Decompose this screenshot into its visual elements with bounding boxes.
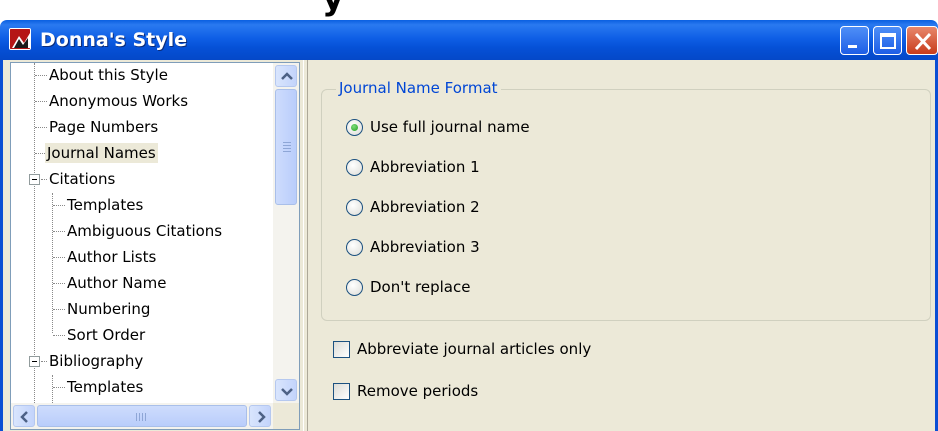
tree-item-label: Author Name	[67, 274, 167, 292]
clipped-heading-strip: y	[0, 0, 938, 20]
tree-item-label: Numbering	[67, 300, 151, 318]
settings-tree[interactable]: About this Style Anonymous Works Page Nu…	[10, 62, 300, 430]
close-button[interactable]	[906, 26, 938, 55]
tree-horizontal-scrollbar[interactable]	[11, 403, 273, 429]
tree-item-label: Bibliography	[49, 352, 144, 370]
scroll-left-button[interactable]	[13, 405, 35, 427]
tree-item-ambiguous-citations[interactable]: Ambiguous Citations	[11, 219, 273, 245]
tree-item-label: Templates	[67, 196, 144, 214]
journal-name-format-group: Journal Name Format Use full journal nam…	[321, 79, 931, 321]
collapse-icon[interactable]	[29, 174, 40, 185]
scroll-down-button[interactable]	[275, 379, 297, 401]
title-bar[interactable]: Donna's Style	[0, 20, 938, 60]
window-title: Donna's Style	[40, 29, 187, 51]
tree-item-journal-names[interactable]: Journal Names	[11, 141, 273, 167]
scrollbar-corner	[273, 403, 299, 429]
vertical-scroll-thumb[interactable]	[275, 89, 297, 205]
scroll-right-button[interactable]	[249, 405, 271, 427]
checkbox-label: Abbreviate journal articles only	[357, 340, 592, 358]
radio-button[interactable]	[346, 119, 363, 136]
radio-label: Use full journal name	[370, 118, 530, 136]
tree-item-bibliography-templates[interactable]: Templates	[11, 375, 273, 401]
scroll-up-button[interactable]	[275, 65, 297, 87]
tree-item-numbering[interactable]: Numbering	[11, 297, 273, 323]
tree-item-sort-order[interactable]: Sort Order	[11, 323, 273, 349]
checkbox[interactable]	[333, 341, 350, 358]
app-icon	[9, 28, 31, 50]
tree-item-about-this-style[interactable]: About this Style	[11, 63, 273, 89]
group-title: Journal Name Format	[336, 79, 501, 97]
radio-label: Abbreviation 2	[370, 198, 480, 216]
tree-item-label: Anonymous Works	[49, 92, 189, 110]
tree-item-label: Citations	[49, 170, 116, 188]
horizontal-scroll-thumb[interactable]	[37, 405, 247, 427]
tree-item-label: Sort Order	[67, 326, 146, 344]
minimize-button[interactable]	[840, 26, 869, 55]
radio-button[interactable]	[346, 159, 363, 176]
tree-list: About this Style Anonymous Works Page Nu…	[11, 63, 273, 403]
clipped-heading-text: y	[322, 0, 344, 18]
tree-item-label: Templates	[67, 378, 144, 396]
tree-item-author-lists[interactable]: Author Lists	[11, 245, 273, 271]
radio-label: Abbreviation 3	[370, 238, 480, 256]
tree-item-label: About this Style	[49, 66, 168, 84]
tree-vertical-scrollbar[interactable]	[273, 63, 299, 403]
chevron-left-icon	[20, 411, 28, 423]
maximize-icon	[880, 33, 896, 49]
window-body: About this Style Anonymous Works Page Nu…	[0, 60, 938, 431]
chevron-down-icon	[281, 388, 293, 396]
radio-button[interactable]	[346, 239, 363, 256]
radio-button[interactable]	[346, 199, 363, 216]
chevron-right-icon	[258, 411, 266, 423]
tree-item-citations[interactable]: Citations	[11, 167, 273, 193]
close-icon	[914, 32, 932, 51]
tree-item-bibliography[interactable]: Bibliography	[11, 349, 273, 375]
chevron-up-icon	[281, 72, 293, 80]
collapse-icon[interactable]	[29, 356, 40, 367]
radio-button[interactable]	[346, 279, 363, 296]
radio-label: Abbreviation 1	[370, 158, 480, 176]
pane-splitter[interactable]	[303, 60, 308, 431]
tree-item-label: Ambiguous Citations	[67, 222, 223, 240]
tree-item-anonymous-works[interactable]: Anonymous Works	[11, 89, 273, 115]
minimize-icon	[848, 45, 857, 48]
radio-label: Don't replace	[370, 278, 471, 296]
tree-item-label: Page Numbers	[49, 118, 159, 136]
checkbox-label: Remove periods	[357, 382, 479, 400]
tree-item-author-name[interactable]: Author Name	[11, 271, 273, 297]
maximize-button[interactable]	[873, 26, 902, 55]
checkbox[interactable]	[333, 383, 350, 400]
tree-item-citations-templates[interactable]: Templates	[11, 193, 273, 219]
tree-item-label: Author Lists	[67, 248, 157, 266]
tree-item-label: Journal Names	[45, 143, 158, 163]
tree-item-page-numbers[interactable]: Page Numbers	[11, 115, 273, 141]
